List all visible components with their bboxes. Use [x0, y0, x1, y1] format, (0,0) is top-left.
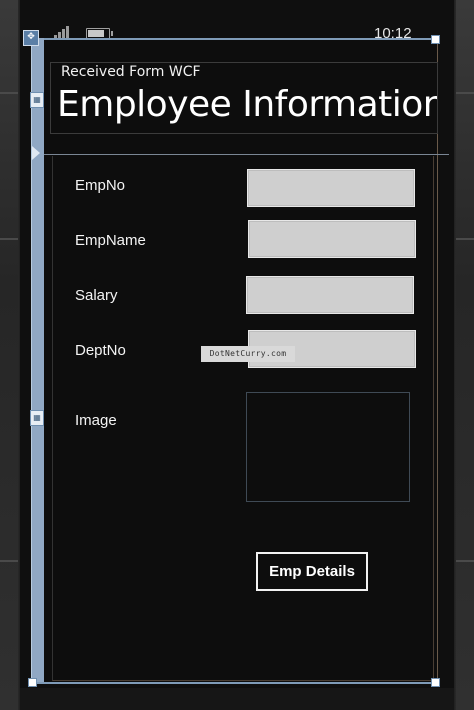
image-label: Image [75, 412, 117, 429]
emp-details-button[interactable]: Emp Details [256, 552, 368, 591]
row-marker-icon[interactable]: ▦ [30, 92, 44, 108]
title-area: Received Form WCF Employee Information [43, 40, 437, 170]
bottom-bar [20, 688, 454, 710]
bezel-divider [456, 238, 474, 240]
resize-handle[interactable] [431, 678, 440, 687]
empname-input[interactable] [248, 220, 416, 258]
header-divider [43, 154, 449, 155]
device-bezel-right [456, 0, 474, 710]
salary-label: Salary [75, 287, 118, 304]
resize-handle[interactable] [431, 35, 440, 44]
watermark: DotNetCurry.com [201, 346, 295, 362]
selection-frame-left[interactable] [31, 38, 44, 684]
bezel-divider [0, 92, 18, 94]
signal-icon [54, 26, 70, 38]
bezel-divider [456, 92, 474, 94]
designer-stage: 10:12 Received Form WCF Employee Informa… [0, 0, 474, 710]
move-handle-icon[interactable]: ✥ [23, 30, 39, 46]
employee-image [246, 392, 410, 502]
empno-input[interactable] [247, 169, 415, 207]
empname-label: EmpName [75, 232, 146, 249]
device-bezel-left [0, 0, 18, 710]
bezel-divider [456, 560, 474, 562]
salary-input[interactable] [246, 276, 414, 314]
resize-handle[interactable] [28, 678, 37, 687]
bezel-divider [0, 560, 18, 562]
row-marker-icon[interactable]: ▦ [30, 410, 44, 426]
app-title: Received Form WCF [61, 64, 201, 80]
bezel-divider [0, 238, 18, 240]
row-arrow-icon[interactable] [32, 146, 40, 160]
deptno-label: DeptNo [75, 342, 126, 359]
page-title: Employee Information [57, 84, 437, 125]
selection-frame-bottom [30, 682, 440, 684]
empno-label: EmpNo [75, 177, 126, 194]
battery-level [88, 30, 104, 37]
selection-frame-top [30, 38, 438, 40]
